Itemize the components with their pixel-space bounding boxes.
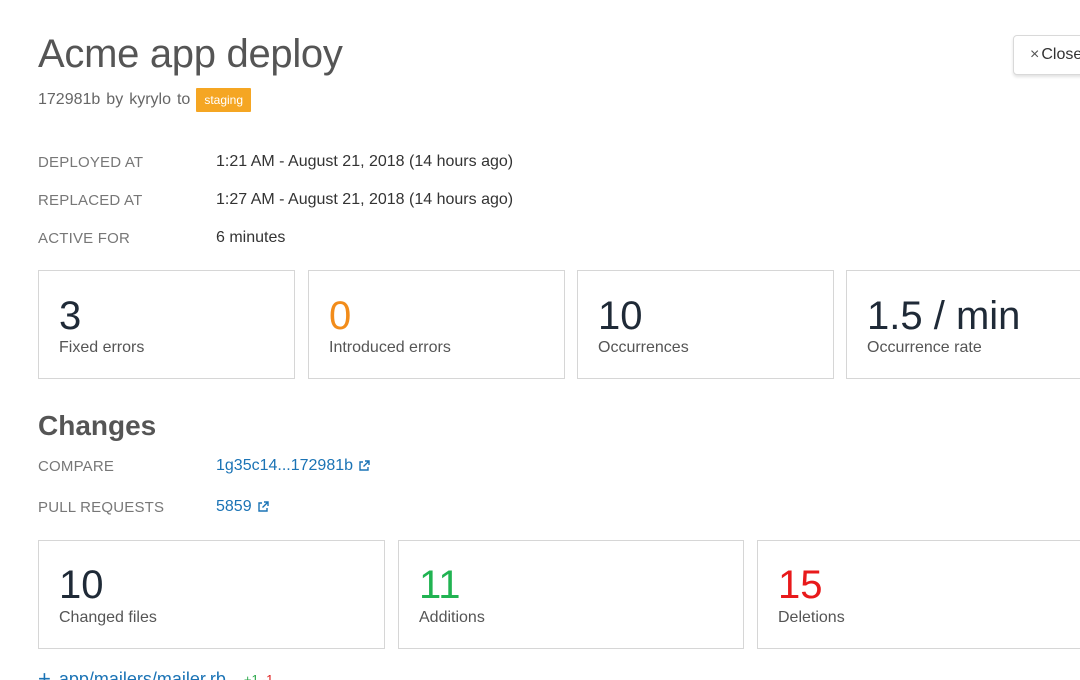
close-icon: × [1030, 46, 1040, 63]
file-additions: +1 [243, 671, 259, 680]
pull-request-link-text: 5859 [216, 498, 252, 515]
introduced-errors-value: 0 [329, 294, 352, 338]
commit-hash: 172981b [38, 91, 101, 108]
introduced-errors-card: 0 Introduced errors [308, 270, 565, 379]
replaced-at-value: 1:27 AM - August 21, 2018 (14 hours ago) [216, 191, 514, 208]
page-title: Acme app deploy [38, 32, 343, 76]
compare-link[interactable]: 1g35c14...172981b [216, 457, 370, 475]
compare-label: COMPARE [38, 457, 115, 475]
deploy-subtitle: 172981b by kyrylo to staging [38, 88, 257, 112]
close-button[interactable]: × Close [1013, 35, 1080, 75]
active-for-row: ACTIVE FOR 6 minutes [38, 228, 285, 248]
replaced-at-label: REPLACED AT [38, 191, 143, 209]
occurrences-value: 10 [598, 294, 643, 338]
pull-requests-label: PULL REQUESTS [38, 498, 165, 516]
changed-files-card: 10 Changed files [38, 540, 385, 649]
file-deletions: -1 [261, 671, 274, 680]
external-link-icon [257, 501, 269, 512]
changed-files-label: Changed files [59, 609, 157, 626]
environment-badge: staging [196, 88, 252, 112]
deployed-at-row: DEPLOYED AT 1:21 AM - August 21, 2018 (1… [38, 152, 513, 172]
deploy-user: kyrylo [129, 91, 171, 108]
additions-value: 11 [419, 563, 461, 607]
deployed-at-value: 1:21 AM - August 21, 2018 (14 hours ago) [216, 153, 514, 170]
fixed-errors-label: Fixed errors [59, 339, 145, 356]
changed-files-value: 10 [59, 563, 104, 607]
occurrence-rate-value: 1.5 / min [867, 294, 1021, 338]
occurrences-card: 10 Occurrences [577, 270, 834, 379]
to-text: to [176, 91, 191, 108]
deletions-value: 15 [778, 563, 823, 607]
fixed-errors-card: 3 Fixed errors [38, 270, 295, 379]
deployed-at-label: DEPLOYED AT [38, 153, 144, 171]
replaced-at-row: REPLACED AT 1:27 AM - August 21, 2018 (1… [38, 190, 513, 210]
occurrences-label: Occurrences [598, 339, 689, 356]
deletions-card: 15 Deletions [757, 540, 1080, 649]
pull-request-link[interactable]: 5859 [216, 498, 269, 516]
compare-link-text: 1g35c14...172981b [216, 457, 354, 474]
pull-requests-row: PULL REQUESTS 5859 [38, 496, 269, 518]
changes-heading: Changes [38, 410, 157, 441]
close-button-label: Close [1041, 46, 1080, 63]
occurrence-rate-label: Occurrence rate [867, 339, 982, 356]
external-link-icon [359, 460, 370, 471]
introduced-errors-label: Introduced errors [329, 339, 451, 356]
active-for-label: ACTIVE FOR [38, 229, 131, 247]
changed-file-name[interactable]: app/mailers/mailer.rb [59, 669, 226, 680]
fixed-errors-value: 3 [59, 294, 82, 338]
active-for-value: 6 minutes [216, 229, 286, 246]
additions-card: 11 Additions [398, 540, 744, 649]
compare-row: COMPARE 1g35c14...172981b [38, 455, 370, 477]
expand-plus-icon[interactable]: + [38, 666, 51, 680]
occurrence-rate-card: 1.5 / min Occurrence rate [846, 270, 1080, 379]
additions-label: Additions [419, 609, 485, 626]
deletions-label: Deletions [778, 609, 845, 626]
changed-file-row[interactable]: + app/mailers/mailer.rb +1 -1 [38, 666, 273, 680]
by-text: by [106, 91, 124, 108]
